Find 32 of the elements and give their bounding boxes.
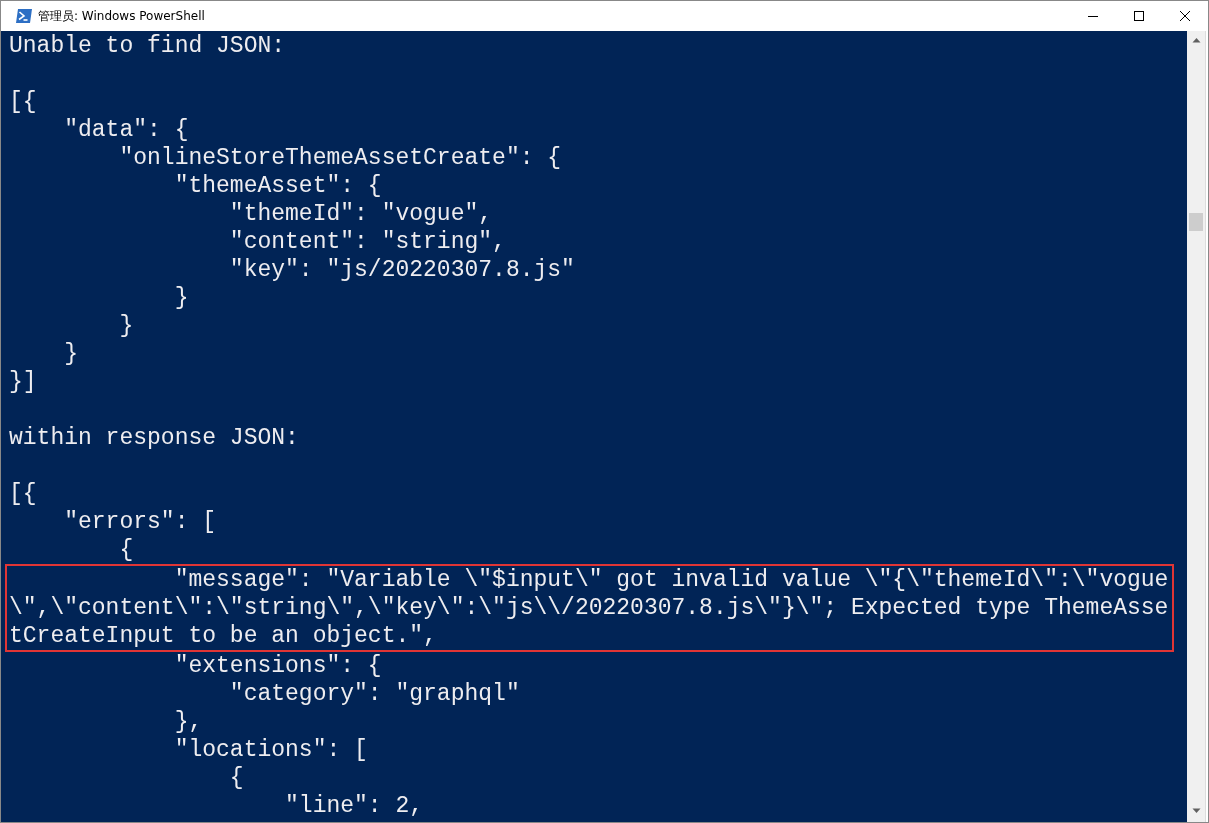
console-line: "onlineStoreThemeAssetCreate": { [118, 144, 563, 172]
scroll-down-icon[interactable] [1191, 808, 1201, 814]
console-line: "themeAsset": { [173, 172, 383, 200]
console-line: "line": 2, [284, 792, 425, 820]
console-line: } [173, 284, 190, 312]
console-line: "category": "graphql" [228, 680, 521, 708]
console-line: } [63, 340, 79, 368]
console-line: "message": "Variable \"$input\" got invalid value \"{\"themeId\":\"vogue [173, 566, 1169, 594]
console-line: within response JSON: [9, 424, 300, 452]
console-line: [{ [9, 480, 38, 508]
scroll-thumb[interactable] [1189, 213, 1203, 231]
console-line: }] [9, 368, 38, 396]
console-line: "data": { [63, 116, 190, 144]
console-line: { [228, 764, 245, 792]
window-title: 管理员: Windows PowerShell [38, 7, 205, 25]
console-line: "locations": [ [173, 736, 369, 764]
scroll-up-icon[interactable] [1191, 37, 1201, 43]
console-line: "errors": [ [63, 508, 218, 536]
console-line: } [118, 312, 135, 340]
console-line: [{ [9, 88, 38, 116]
console-line: "content": "string", [228, 228, 507, 256]
terminal-icon [16, 8, 32, 24]
console-line: tCreateInput to be an object.", [9, 622, 438, 650]
console-line: "themeId": "vogue", [228, 200, 494, 228]
console-line: Unable to find JSON: [9, 32, 287, 60]
console-line: { [118, 536, 135, 564]
console-line: "key": "js/20220307.8.js" [228, 256, 576, 284]
maximize-icon [1133, 10, 1145, 22]
console-line: "extensions": { [173, 652, 383, 680]
console-line: \",\"content\":\"string\",\"key\":\"js\\/20220307.8.js\"}\"; Expected type ThemeAsse [9, 594, 1169, 622]
console-line: }, [173, 708, 204, 736]
close-icon [1179, 10, 1191, 22]
